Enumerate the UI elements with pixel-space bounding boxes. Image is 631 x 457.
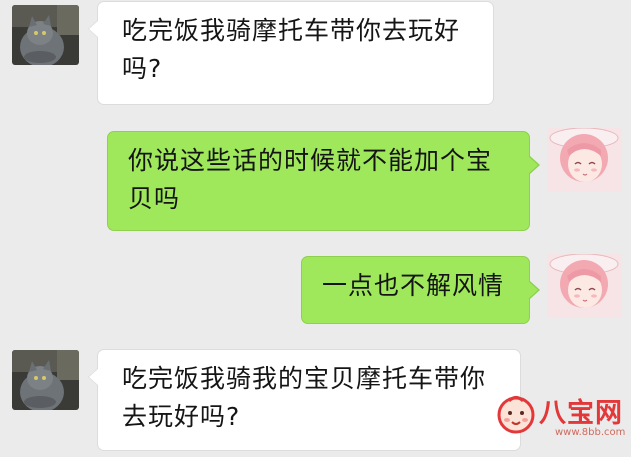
cat-photo-icon (12, 5, 79, 65)
anime-girl-avatar-icon (547, 128, 622, 192)
message-text: 吃完饭我骑摩托车带你去玩好 (122, 16, 461, 45)
message-text: 你说这些话的时候就不能加个宝 (128, 146, 493, 175)
message-text: 去玩好吗? (122, 402, 241, 431)
message-bubble-outgoing[interactable]: 一点也不解风情 (301, 256, 540, 324)
anime-girl-avatar-icon (547, 254, 622, 318)
message-bubble-outgoing[interactable]: 你说这些话的时候就不能加个宝 贝吗 (107, 131, 540, 231)
watermark: 八宝网 www.8bb.com (495, 391, 625, 447)
message-text: 贝吗 (128, 184, 181, 213)
message-bubble-incoming[interactable]: 吃完饭我骑我的宝贝摩托车带你 去玩好吗? (88, 349, 521, 451)
chat-transcript: 吃完饭我骑摩托车带你去玩好 吗? 你说这些话的时候就不能加个宝 贝吗 一点也不解… (0, 0, 631, 457)
watermark-url: www.8bb.com (555, 427, 626, 438)
message-bubble-incoming[interactable]: 吃完饭我骑摩托车带你去玩好 吗? (88, 1, 494, 105)
message-text: 一点也不解风情 (322, 271, 505, 300)
contact-avatar[interactable] (12, 350, 79, 410)
contact-avatar[interactable] (12, 5, 79, 65)
cat-photo-icon (12, 350, 79, 410)
message-text: 吃完饭我骑我的宝贝摩托车带你 (122, 364, 487, 393)
baby-face-logo-icon (497, 396, 535, 434)
self-avatar[interactable] (547, 254, 622, 318)
message-text: 吗? (122, 54, 163, 83)
watermark-brand: 八宝网 (539, 398, 623, 429)
self-avatar[interactable] (547, 128, 622, 192)
